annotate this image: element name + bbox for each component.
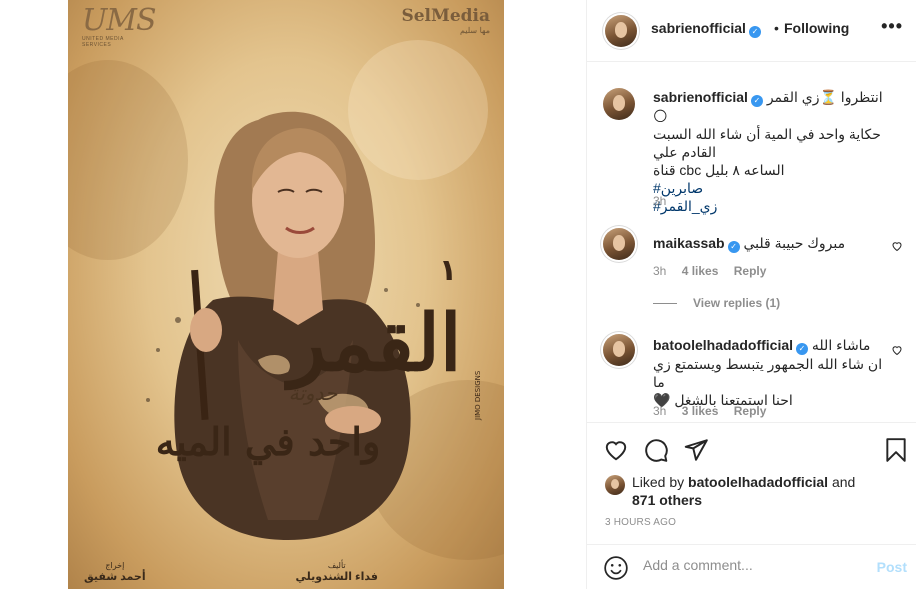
comments-section[interactable]: sabrienofficial ✓ انتظروا ⏳زي القمر 🌕 حكا… [587,62,916,422]
like-heart-icon[interactable] [603,437,629,463]
header-username-text[interactable]: sabrienofficial [651,20,746,36]
caption-meta: 3h [653,194,678,208]
liked-by-prefix: Liked by [632,474,685,490]
post-image[interactable]: UMS UNITED MEDIA SERVICES SelMedia مها س… [68,0,504,589]
comment-body: ماشاء الله [811,337,871,353]
view-replies-label[interactable]: View replies (1) [693,296,780,310]
caption-line: حكاية واحد في المية أن شاء الله السبت ال… [653,126,881,160]
verified-badge-icon: ✓ [796,343,809,355]
comment-like-heart-icon[interactable] [891,344,903,356]
verified-badge-icon: ✓ [748,26,761,38]
comment-likes[interactable]: 3 likes [682,404,719,418]
more-options-icon[interactable]: ••• [881,16,903,37]
credit-director: إخراج أحمد شفيق [84,561,146,583]
selmedia-logo: SelMedia مها سليم [401,6,490,35]
hashtag-link[interactable]: #زي_القمر [653,197,889,215]
poster-title-main: زي القمر [284,298,488,391]
comment-meta: 3h 4 likes Reply [653,264,778,278]
liked-by-and: and [831,474,856,490]
comment-body: ان شاء الله الجمهور يتبسط ويستمتع زي ما [653,356,883,390]
header-username[interactable]: sabrienofficial ✓ [651,20,761,38]
share-paper-plane-icon[interactable] [683,437,709,463]
avatar[interactable] [603,88,635,120]
poster-title-calligraphy: زي القمر ١ حدوتة واحد في الميه JIMO DESI… [156,253,488,465]
comment-time[interactable]: 3h [653,404,666,418]
comment-icon[interactable] [643,437,669,463]
verified-badge-icon: ✓ [727,241,740,253]
hashtag-link[interactable]: #صابرين [653,179,889,197]
post-header: sabrienofficial ✓ • Following ••• [587,0,916,62]
comment-like-heart-icon[interactable] [891,240,903,252]
poster-title-sub: حدوتة [289,381,338,405]
avatar[interactable] [603,334,635,366]
verified-badge-icon: ✓ [750,95,763,107]
comment-time[interactable]: 3h [653,264,666,278]
avatar[interactable] [605,15,637,47]
credit-writer: تأليف فداء الشندويلي [295,561,378,583]
liked-by-text: Liked by batoolelhadadofficial and 871 o… [632,473,892,509]
poster-designer-credit: JIMO DESIGNS [474,370,482,421]
caption-text: sabrienofficial ✓ انتظروا ⏳زي القمر 🌕 حكا… [653,88,889,215]
view-replies-line [653,303,677,305]
post-comment-button[interactable]: Post [877,559,907,575]
caption-line: الساعه ٨ بليل cbc قناة [653,162,785,178]
poster-title-number: ١ [439,253,457,288]
post-actions: Liked by batoolelhadadofficial and 871 o… [587,422,916,542]
comment-reply-button[interactable]: Reply [734,404,767,418]
comment-body: مبروك حبيبة قلبي [743,235,846,251]
liked-by-others[interactable]: 871 others [632,492,702,508]
caption-time[interactable]: 3h [653,194,666,208]
avatar[interactable] [603,228,635,260]
ums-logo-text: UMS [82,3,157,38]
credit-writer-name: فداء الشندويلي [295,571,378,583]
poster-title-tagline: واحد في الميه [156,419,381,465]
comment-username[interactable]: maikassab [653,235,725,251]
liked-by-username[interactable]: batoolelhadadofficial [688,474,828,490]
view-replies-button[interactable]: View replies (1) [653,296,780,310]
ums-logo: UMS UNITED MEDIA SERVICES [82,3,157,49]
comment-text: batoolelhadadofficial ✓ ماشاء الله ان شاء… [653,336,889,409]
comment-text: maikassab ✓ مبروك حبيبة قلبي [653,234,889,253]
caption-username[interactable]: sabrienofficial [653,89,748,105]
emoji-icon[interactable] [603,555,629,581]
save-bookmark-icon[interactable] [883,437,909,463]
following-button[interactable]: Following [784,20,849,36]
selmedia-logo-text: SelMedia [401,6,490,26]
comment-reply-button[interactable]: Reply [734,264,767,278]
credit-director-name: أحمد شفيق [84,571,146,583]
post-side-panel: sabrienofficial ✓ • Following ••• sabrien… [586,0,916,589]
add-comment-bar: Post [587,544,916,589]
avatar[interactable] [605,475,625,495]
comment-meta: 3h 3 likes Reply [653,404,778,418]
comment-likes[interactable]: 4 likes [682,264,719,278]
credit-writer-label: تأليف [327,561,346,570]
header-separator: • [774,20,779,36]
selmedia-logo-subtitle: مها سليم [459,26,490,35]
post-timestamp[interactable]: 3 HOURS AGO [605,517,676,528]
comment-input[interactable] [643,557,863,573]
credit-director-label: إخراج [105,561,125,570]
comment-username[interactable]: batoolelhadadofficial [653,337,793,353]
